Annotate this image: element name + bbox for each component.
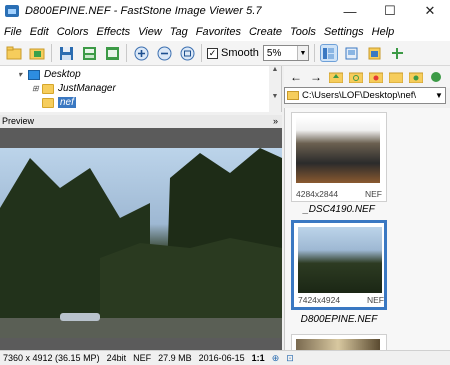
thumbnail-image: [298, 227, 382, 293]
new-folder-icon[interactable]: [388, 69, 404, 85]
sort-icon[interactable]: [408, 69, 424, 85]
export-icon[interactable]: [80, 44, 98, 62]
thumbnail-dims: 7424x4924: [298, 295, 341, 305]
folder-tree: ▾ Desktop ⊞ JustManager nef ▲ ▼: [0, 66, 282, 112]
title-bar: D800EPINE.NEF - FastStone Image Viewer 5…: [0, 0, 450, 22]
menu-help[interactable]: Help: [368, 26, 399, 38]
chevron-down-icon[interactable]: ▼: [433, 88, 445, 103]
menu-colors[interactable]: Colors: [53, 26, 93, 38]
fit-window-icon[interactable]: [178, 44, 196, 62]
window-title: D800EPINE.NEF - FastStone Image Viewer 5…: [25, 5, 262, 17]
smooth-label: Smooth: [221, 47, 259, 59]
tree-item-label: nef: [58, 97, 76, 108]
zoom-in-icon[interactable]: [132, 44, 150, 62]
toolbar-separator: [126, 44, 127, 62]
menu-tag[interactable]: Tag: [166, 26, 192, 38]
path-field[interactable]: C:\Users\LOF\Desktop\nef\ ▼: [284, 87, 446, 104]
toolbar-separator: [201, 44, 202, 62]
zoom-value: 5%: [266, 47, 282, 59]
collapse-preview-icon[interactable]: »: [273, 115, 278, 128]
thumbnail-dims: 4284x2844: [296, 189, 339, 199]
tree-item-desktop[interactable]: ▾ Desktop: [18, 68, 81, 81]
toolbar-separator: [51, 44, 52, 62]
folder-icon: [42, 83, 54, 94]
status-date: 2016-06-15: [198, 353, 245, 363]
menu-effects[interactable]: Effects: [93, 26, 135, 38]
expand-icon[interactable]: ⊞: [32, 84, 42, 93]
app-icon: [5, 5, 19, 17]
zoom-select[interactable]: 5% ▼: [262, 45, 309, 61]
path-value: C:\Users\LOF\Desktop\nef\: [302, 90, 417, 101]
back-arrow-icon[interactable]: ←: [288, 69, 304, 85]
toolbar: ✓ Smooth 5% ▼: [0, 41, 450, 66]
folder-icon: [42, 97, 54, 108]
save-icon[interactable]: [57, 44, 75, 62]
zoom-out-icon[interactable]: [155, 44, 173, 62]
thumbnail-type: NEF: [365, 189, 382, 199]
menu-view[interactable]: View: [134, 26, 166, 38]
status-bits: 24bit: [106, 353, 127, 363]
menu-bar: File Edit Colors Effects View Tag Favori…: [0, 22, 450, 41]
maximize-button[interactable]: ☐: [370, 0, 410, 22]
thumbnail-item[interactable]: [291, 334, 387, 350]
up-folder-icon[interactable]: [328, 69, 344, 85]
status-type: NEF: [133, 353, 152, 363]
layout-preview-icon[interactable]: [343, 44, 361, 62]
smooth-checkbox[interactable]: ✓: [207, 47, 218, 59]
chevron-down-icon[interactable]: ▼: [296, 46, 308, 60]
thumbnail-name: D800EPINE.NEF: [300, 314, 378, 325]
preview-image: [0, 148, 282, 338]
tree-item-nef[interactable]: nef: [42, 96, 76, 109]
menu-settings[interactable]: Settings: [320, 26, 368, 38]
forward-arrow-icon[interactable]: →: [308, 69, 324, 85]
close-button[interactable]: ✕: [410, 0, 450, 22]
refresh-folder-icon[interactable]: [348, 69, 364, 85]
thumbnail-item[interactable]: 4284x2844 NEF: [291, 112, 387, 202]
tree-item-label: Desktop: [44, 69, 81, 80]
open-folder-icon[interactable]: [5, 44, 23, 62]
menu-file[interactable]: File: [0, 26, 26, 38]
browser-toolbar: ← →: [284, 66, 450, 88]
preview-pane: [0, 128, 282, 350]
browse-folder-icon[interactable]: [28, 44, 46, 62]
menu-tools[interactable]: Tools: [286, 26, 320, 38]
thumbnail-image: [296, 117, 380, 183]
collapse-icon[interactable]: ▾: [18, 70, 28, 79]
layout-fullscreen-icon[interactable]: [366, 44, 384, 62]
menu-create[interactable]: Create: [245, 26, 286, 38]
crosshair-icon[interactable]: ⊕: [272, 353, 280, 364]
desktop-icon: [28, 69, 40, 80]
thumbnail-type: NEF: [367, 295, 384, 305]
status-dimensions: 7360 x 4912 (36.15 MP): [3, 353, 100, 363]
status-bar: 7360 x 4912 (36.15 MP) 24bit NEF 27.9 MB…: [0, 350, 450, 365]
tree-item-label: JustManager: [58, 83, 116, 94]
status-size: 27.9 MB: [158, 353, 192, 363]
preview-label: Preview: [2, 116, 35, 126]
layout-thumbnails-icon[interactable]: [319, 44, 338, 62]
status-zoom[interactable]: 1:1: [252, 353, 265, 363]
thumbnail-item-selected[interactable]: 7424x4924 NEF: [291, 220, 387, 310]
thumbnail-image: [296, 339, 380, 350]
favorite-folder-icon[interactable]: [368, 69, 384, 85]
slideshow-icon[interactable]: [103, 44, 121, 62]
filter-icon[interactable]: [428, 69, 444, 85]
preview-header: Preview »: [0, 115, 282, 128]
thumbnail-browser: 4284x2844 NEF _DSC4190.NEF 7424x4924 NEF…: [284, 108, 450, 350]
fit-icon[interactable]: ⊡: [286, 353, 294, 364]
menu-edit[interactable]: Edit: [26, 26, 53, 38]
toolbar-separator: [313, 44, 315, 62]
layout-compare-icon[interactable]: [389, 44, 407, 62]
tree-item-justmanager[interactable]: ⊞ JustManager: [32, 82, 116, 95]
minimize-button[interactable]: —: [330, 0, 370, 22]
tree-scrollbar[interactable]: ▲ ▼: [269, 66, 281, 112]
folder-icon: [287, 91, 299, 100]
thumbnail-name: _DSC4190.NEF: [303, 204, 375, 215]
menu-favorites[interactable]: Favorites: [192, 26, 245, 38]
